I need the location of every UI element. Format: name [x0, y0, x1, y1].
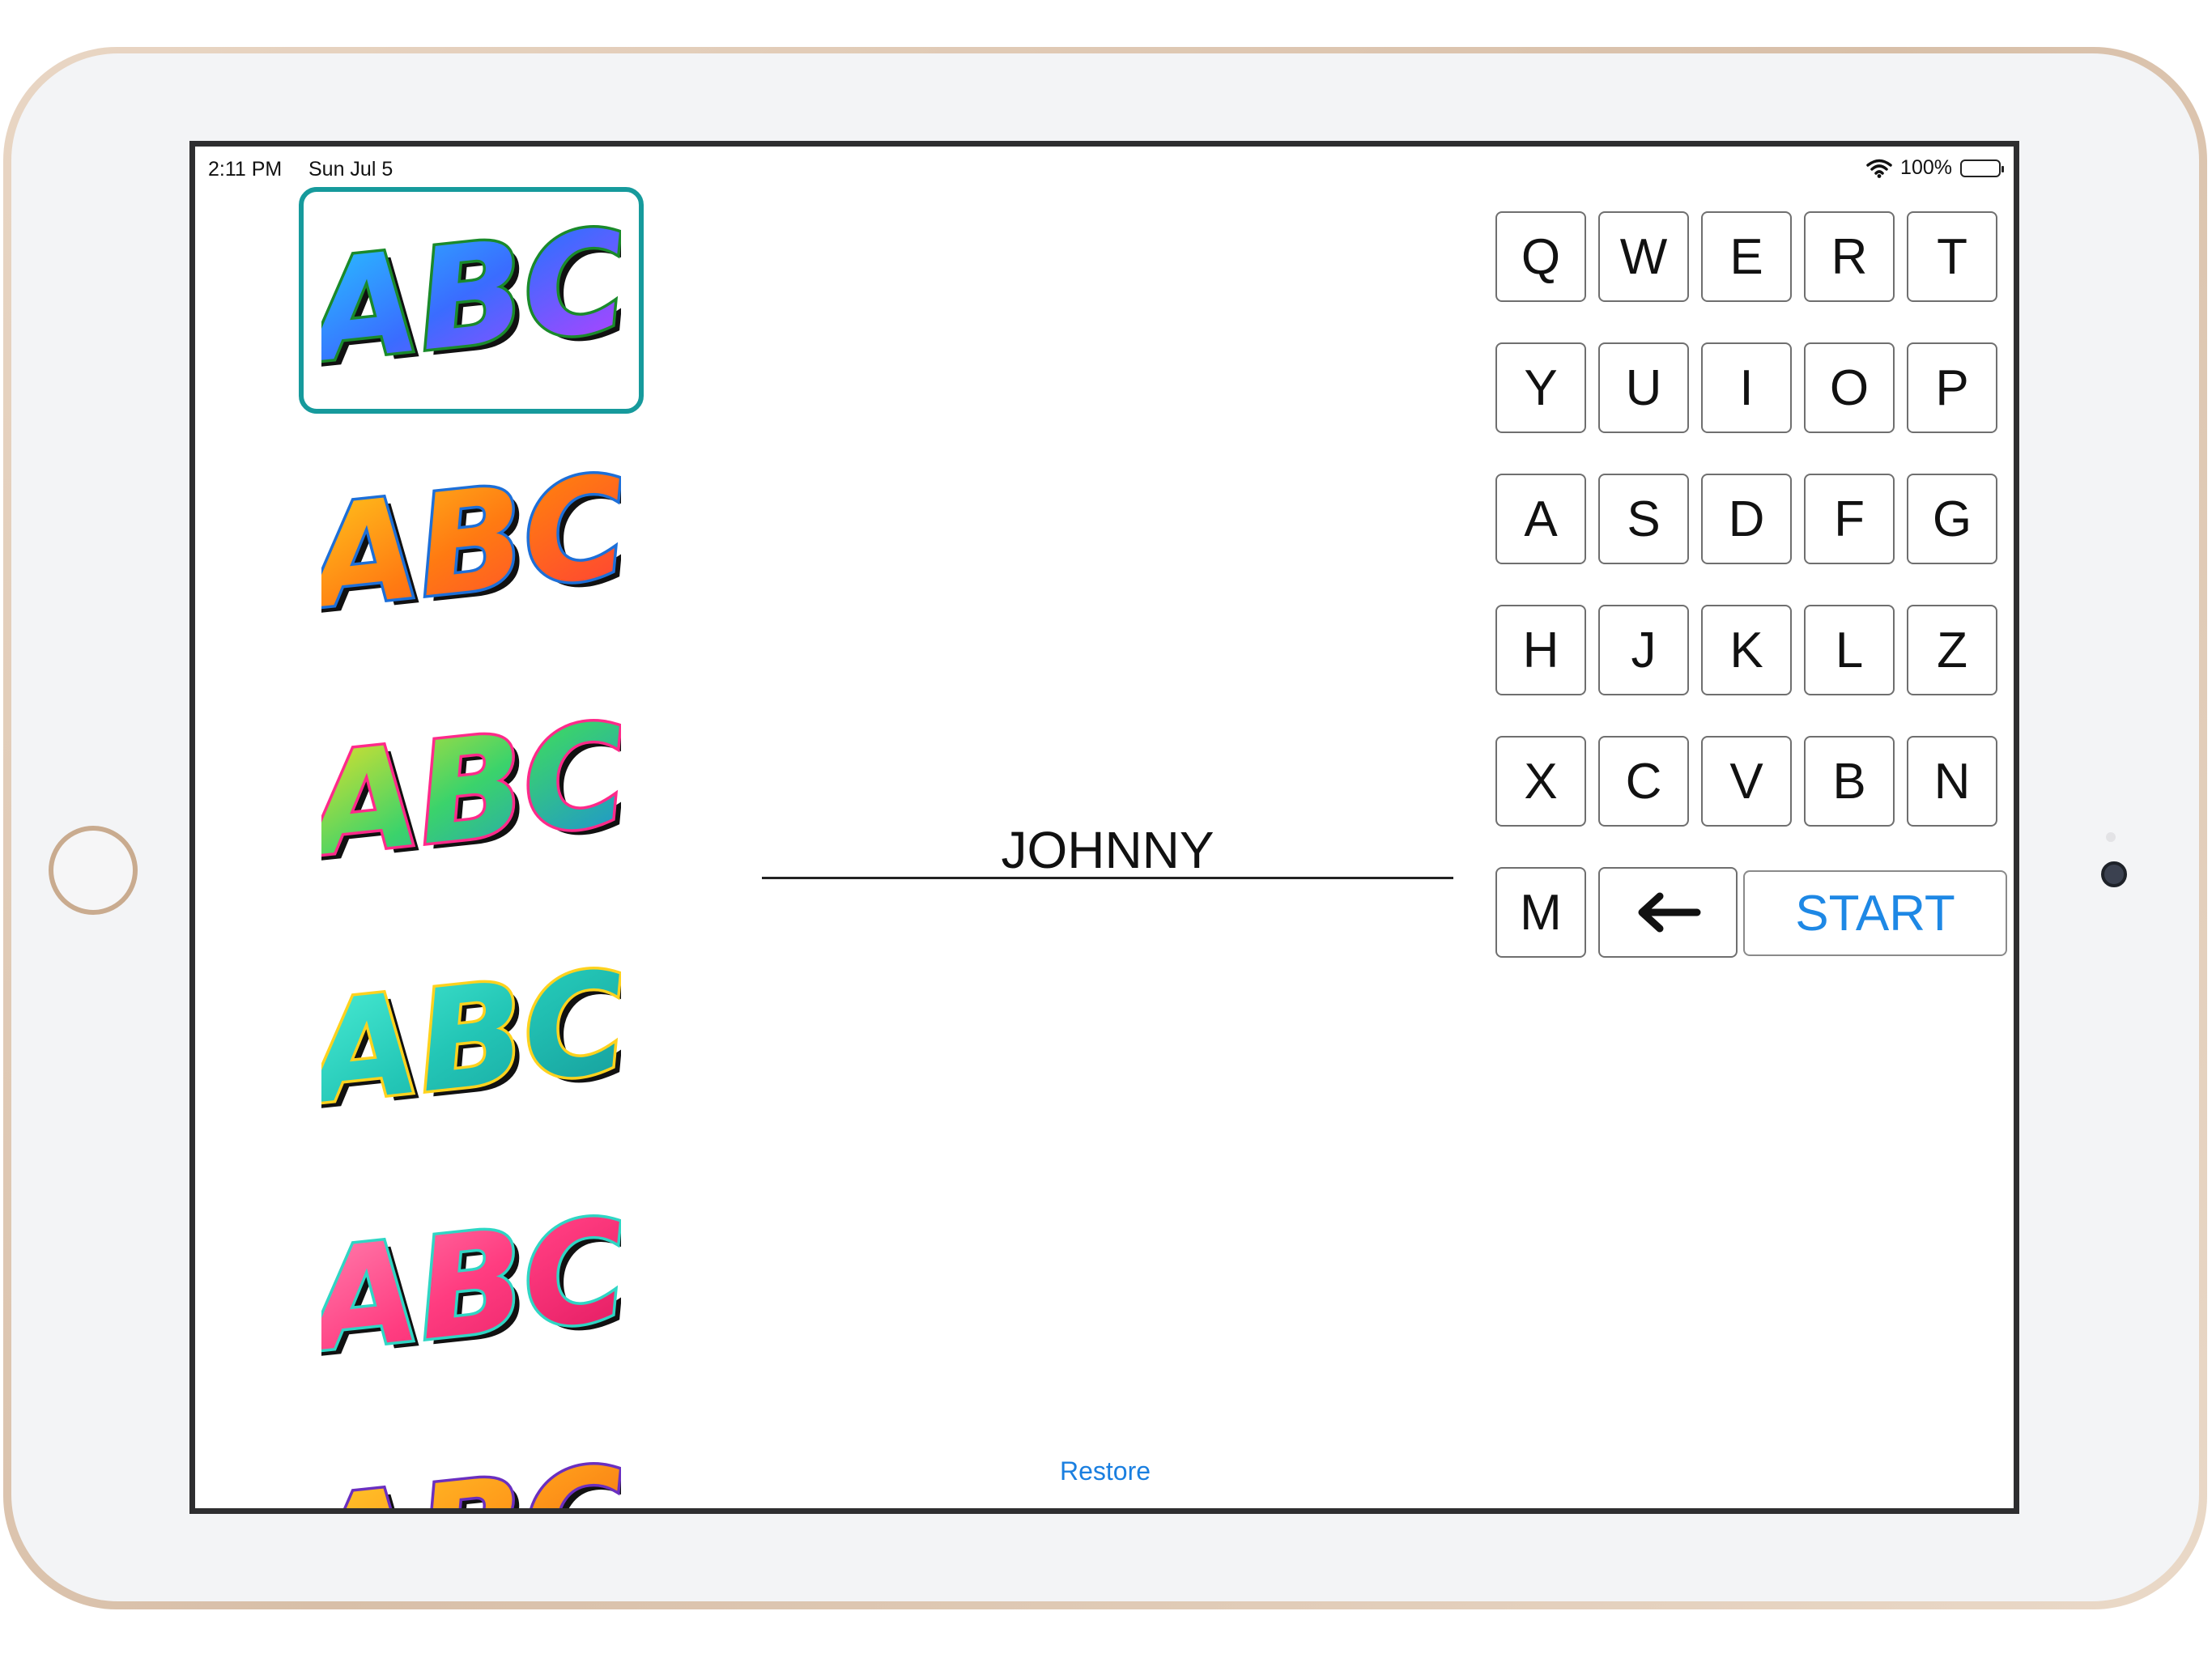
key-t[interactable]: T	[1907, 211, 1997, 302]
name-display: JOHNNY	[1001, 821, 1214, 879]
home-button[interactable]	[49, 826, 138, 915]
graffiti-style-3[interactable]: ABC ABC	[299, 681, 644, 908]
key-l[interactable]: L	[1804, 605, 1895, 695]
left-arrow-icon	[1638, 892, 1701, 933]
key-k[interactable]: K	[1701, 605, 1792, 695]
graffiti-label: ABC	[321, 953, 621, 1131]
graffiti-style-4[interactable]: ABC ABC	[299, 929, 644, 1155]
key-p[interactable]: P	[1907, 342, 1997, 433]
graffiti-abc-icon: ABCABC	[321, 1448, 621, 1514]
graffiti-style-5[interactable]: ABC ABC	[299, 1176, 644, 1403]
key-g[interactable]: G	[1907, 474, 1997, 564]
key-d[interactable]: D	[1701, 474, 1792, 564]
key-i[interactable]: I	[1701, 342, 1792, 433]
status-indicators: 100%	[1866, 156, 2004, 180]
key-x[interactable]: X	[1495, 736, 1586, 827]
graffiti-abc-icon: ABCABC	[321, 1201, 621, 1379]
key-z[interactable]: Z	[1907, 605, 1997, 695]
key-y[interactable]: Y	[1495, 342, 1586, 433]
battery-icon	[1960, 159, 2004, 177]
key-v[interactable]: V	[1701, 736, 1792, 827]
app-screen: 2:11 PM Sun Jul 5 100% ABC ABC ABC ABC ABC AB…	[189, 141, 2019, 1514]
key-q[interactable]: Q	[1495, 211, 1586, 302]
name-underline	[762, 877, 1453, 879]
key-o[interactable]: O	[1804, 342, 1895, 433]
key-a[interactable]: A	[1495, 474, 1586, 564]
key-e[interactable]: E	[1701, 211, 1792, 302]
restore-link[interactable]: Restore	[1040, 1456, 1170, 1486]
graffiti-label: ABC	[321, 1201, 621, 1379]
key-r[interactable]: R	[1804, 211, 1895, 302]
key-c[interactable]: C	[1598, 736, 1689, 827]
graffiti-abc-icon: ABCABC	[321, 705, 621, 883]
key-j[interactable]: J	[1598, 605, 1689, 695]
graffiti-label: ABC	[321, 705, 621, 883]
graffiti-label: ABC	[321, 1448, 621, 1514]
light-sensor	[2106, 832, 2116, 842]
key-w[interactable]: W	[1598, 211, 1689, 302]
key-f[interactable]: F	[1804, 474, 1895, 564]
graffiti-style-1[interactable]: ABC ABC	[299, 187, 644, 414]
key-u[interactable]: U	[1598, 342, 1689, 433]
battery-percent: 100%	[1900, 156, 1952, 179]
style-list: ABCABCABCABCABCABCABCABCABCABCABCABC	[195, 147, 681, 1508]
graffiti-style-6[interactable]: ABCABC	[299, 1424, 644, 1514]
camera-icon	[2101, 861, 2127, 887]
graffiti-abc-icon: ABCABC	[321, 457, 621, 636]
graffiti-abc-icon: ABCABC	[321, 953, 621, 1131]
graffiti-label: ABC	[321, 457, 621, 636]
graffiti-style-2[interactable]: ABC ABC	[299, 433, 644, 660]
key-h[interactable]: H	[1495, 605, 1586, 695]
graffiti-abc-icon: ABCABC	[321, 211, 621, 389]
wifi-icon	[1866, 159, 1892, 178]
backspace-button[interactable]	[1598, 867, 1738, 958]
key-n[interactable]: N	[1907, 736, 1997, 827]
graffiti-label: ABC	[321, 211, 621, 389]
key-b[interactable]: B	[1804, 736, 1895, 827]
start-button[interactable]: START	[1743, 870, 2007, 956]
key-m[interactable]: M	[1495, 867, 1586, 958]
key-s[interactable]: S	[1598, 474, 1689, 564]
